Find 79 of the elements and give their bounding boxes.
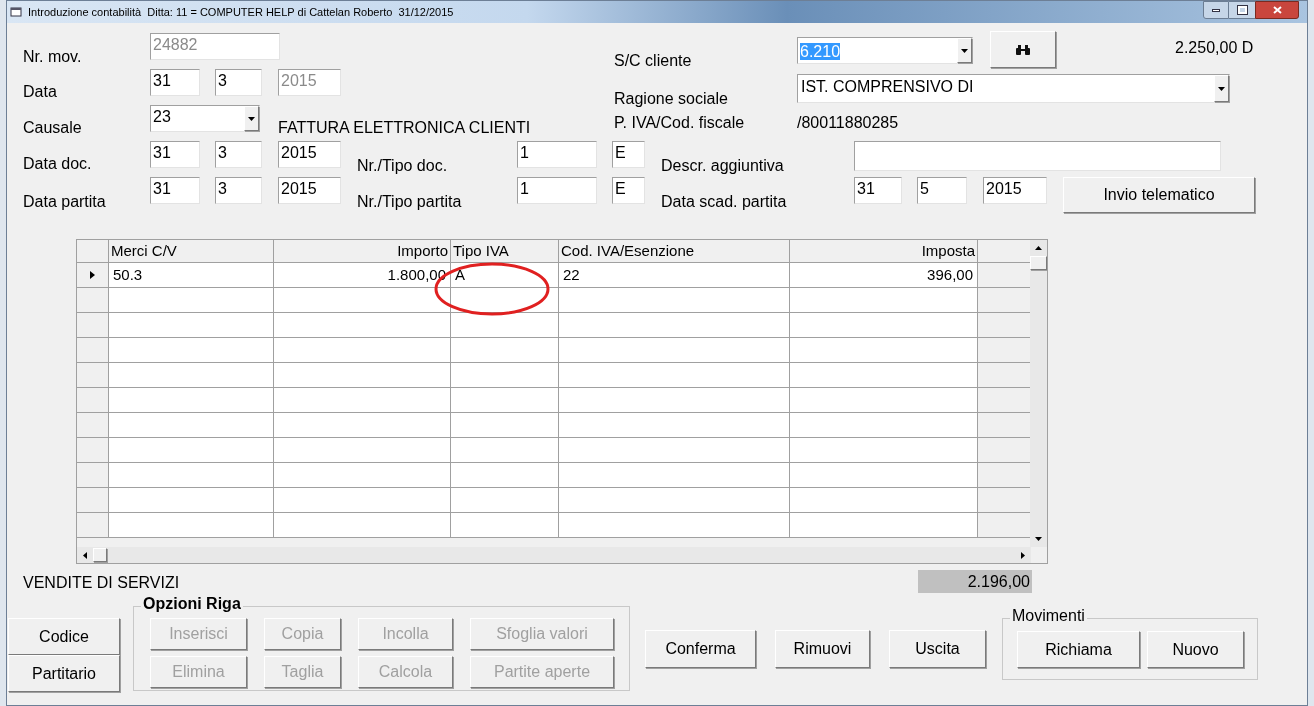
field-label: Data doc. [23,155,93,173]
field-label: S/C cliente [614,52,693,70]
button[interactable]: Rimuovi [775,630,870,668]
button[interactable]: Uscita [889,630,986,668]
button[interactable]: Partitario [8,655,120,692]
restore-button[interactable] [1229,1,1255,19]
field-label: Data partita [23,193,107,211]
company-combo[interactable]: IST. COMPRENSIVO DI [797,74,1230,103]
horizontal-scrollbar[interactable] [77,547,1031,563]
reason-description: FATTURA ELETTRONICA CLIENTI [278,119,531,137]
minimize-button[interactable] [1203,1,1229,19]
total-field: 2.196,00 [918,570,1032,593]
down-arrow-icon [1035,537,1042,541]
right-arrow-icon [1021,551,1025,559]
selected-text: 23 [152,107,172,127]
app-icon [10,6,22,18]
close-button[interactable] [1255,1,1299,19]
caret-icon [248,116,255,121]
caret-icon [961,48,968,53]
field-label: Nr./Tipo doc. [357,157,449,175]
close-icon [1272,6,1282,14]
table-cell: 50.3 [109,263,274,287]
button[interactable]: Codice [8,618,120,655]
input-field[interactable]: 31 [150,69,200,96]
button[interactable]: Nuovo [1147,631,1244,668]
input-field[interactable]: 1 [517,177,597,204]
column-header[interactable]: Merci C/V [109,240,274,262]
column-header[interactable]: Tipo IVA [451,240,559,262]
button[interactable]: Richiama [1017,631,1140,668]
vertical-scrollbar[interactable] [1030,240,1047,547]
input-field[interactable]: 31 [150,141,200,168]
field-label: Data scad. partita [661,193,788,211]
table-cell: 22 [559,263,790,287]
input-field[interactable]: 3 [215,177,262,204]
button[interactable]: Invio telematico [1063,177,1255,213]
input-field[interactable]: 3 [215,69,262,96]
dropdown-button[interactable] [244,106,259,131]
input-field[interactable] [854,141,1221,171]
input-field[interactable]: 3 [215,141,262,168]
up-arrow-icon [1035,246,1042,250]
current-row-icon [90,271,95,279]
input-field[interactable]: 2015 [983,177,1047,204]
input-field[interactable]: E [612,177,645,204]
binoculars-icon [1016,44,1030,55]
group-title: Opzioni Riga [141,595,243,613]
table-cell: 1.800,00 [274,263,451,287]
selected-text: IST. COMPRENSIVO DI [800,77,975,97]
field-label: Causale [23,119,83,137]
field-label: Nr. mov. [23,48,83,66]
column-header[interactable]: Cod. IVA/Esenzione [559,240,790,262]
scroll-thumb[interactable] [93,548,107,562]
account-description: VENDITE DI SERVIZI [23,574,180,592]
field-label: Ragione sociale [614,90,729,108]
field-label: P. IVA/Cod. fiscale [614,114,746,132]
minimize-icon [1212,8,1220,12]
input-field[interactable]: 2015 [278,141,341,168]
dropdown-button[interactable] [1214,75,1229,102]
input-field[interactable]: 2015 [278,177,341,204]
tax-code-text: /80011880285 [797,114,899,132]
table-cell: 396,00 [790,263,978,287]
window-title: Introduzione contabilità Ditta: 11 = COMPUTER HELP di Cattelan Roberto 31/12/2015 [28,4,454,20]
reason-combo[interactable]: 23 [150,105,260,132]
input-field[interactable]: E [612,141,645,168]
selected-text: 6.210 [800,43,841,60]
caret-icon [1218,86,1225,91]
left-arrow-icon [83,551,87,559]
balance-text: 2.250,00 D [1175,39,1254,57]
field-label: Nr./Tipo partita [357,193,463,211]
scroll-thumb[interactable] [1030,256,1047,270]
dropdown-button[interactable] [957,38,972,63]
search-button[interactable] [990,31,1056,68]
input-field[interactable]: 1 [517,141,597,168]
input-field[interactable]: 31 [854,177,902,204]
button[interactable]: Conferma [645,630,756,668]
field-label: Data [23,83,58,101]
restore-icon [1237,6,1247,14]
input-field[interactable]: 31 [150,177,200,204]
field-label: Descr. aggiuntiva [661,157,785,175]
input-field[interactable]: 5 [917,177,967,204]
